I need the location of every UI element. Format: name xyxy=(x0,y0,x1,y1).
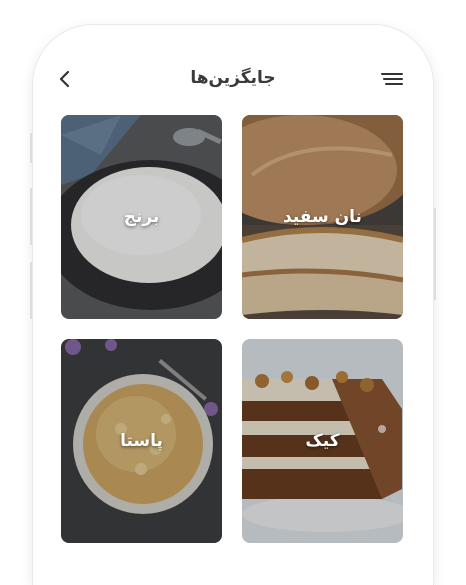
app-header: جایگزین‌ها xyxy=(33,65,433,95)
phone-frame: جایگزین‌ها نان سفید xyxy=(33,25,433,585)
device-side-button xyxy=(433,208,436,300)
card-rice[interactable]: برنج xyxy=(61,115,222,319)
page-title: جایگزین‌ها xyxy=(190,68,276,88)
card-label: کیک xyxy=(305,431,340,451)
card-label: نان سفید xyxy=(283,207,362,227)
hamburger-menu-icon[interactable] xyxy=(381,70,405,90)
card-white-bread[interactable]: نان سفید xyxy=(242,115,403,319)
card-label: برنج xyxy=(123,207,160,227)
card-cake[interactable]: کیک xyxy=(242,339,403,543)
card-pasta[interactable]: پاستا xyxy=(61,339,222,543)
card-label: پاستا xyxy=(120,431,163,451)
